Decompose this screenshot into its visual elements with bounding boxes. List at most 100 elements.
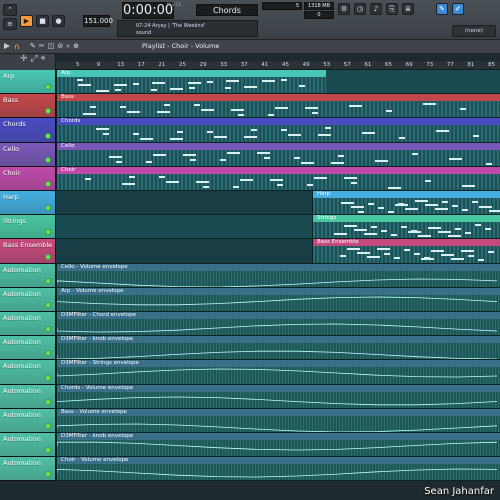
- playlist-icon[interactable]: ◷: [354, 3, 366, 15]
- browser-icon[interactable]: ⎘: [386, 3, 398, 15]
- playlist-clip[interactable]: Cello - Volume envelope: [56, 263, 500, 287]
- track-lane[interactable]: Bass Ensemble: [56, 239, 500, 264]
- clip-title: D3MFilter - knob envelope: [57, 336, 500, 344]
- track-mute-led[interactable]: [45, 277, 51, 284]
- track-lane[interactable]: Bass: [56, 94, 500, 119]
- track-mute-led[interactable]: [45, 326, 51, 333]
- track-name: Automation: [3, 386, 41, 395]
- note-mark: [83, 113, 96, 116]
- track-header[interactable]: Chords: [0, 118, 56, 143]
- track-mute-led[interactable]: [45, 84, 51, 91]
- track-header[interactable]: Automation: [0, 360, 56, 385]
- track-lane[interactable]: Chords - Volume envelope: [56, 384, 500, 409]
- track-header[interactable]: Harp: [0, 191, 56, 216]
- track-mute-led[interactable]: [45, 447, 51, 454]
- track-header[interactable]: Arp: [0, 70, 56, 95]
- track-mute-led[interactable]: [45, 108, 51, 115]
- tool-icons[interactable]: ✎✂◫⊘⌕⊕: [30, 42, 82, 51]
- track-mute-led[interactable]: [45, 205, 51, 212]
- playlist-clip[interactable]: Bass - Volume envelope: [56, 408, 500, 432]
- track-header[interactable]: Cello: [0, 142, 56, 167]
- track-lane[interactable]: Chords: [56, 118, 500, 143]
- record-mode-button[interactable]: ⌃: [3, 4, 17, 16]
- track-lane[interactable]: D3MFilter - knob envelope: [56, 336, 500, 361]
- track-header[interactable]: Automation: [0, 263, 56, 288]
- track-lane[interactable]: Cello: [56, 142, 500, 167]
- memory-display: 1318 MB: [304, 2, 334, 10]
- zoom-icon[interactable]: ✛ ⤢ ⌖: [20, 54, 46, 64]
- track-header[interactable]: Automation: [0, 433, 56, 458]
- playlist-clip[interactable]: Arp - Volume envelope: [56, 287, 500, 311]
- playlist-clip[interactable]: Cello: [56, 142, 500, 166]
- playlist-clip[interactable]: Strings: [312, 215, 500, 239]
- mixer-icon[interactable]: ⚙: [338, 3, 350, 15]
- playlist-clip[interactable]: Choir: [56, 166, 500, 190]
- track-lane[interactable]: Arp - Volume envelope: [56, 287, 500, 312]
- track-mute-led[interactable]: [45, 471, 51, 478]
- track-header[interactable]: Automation: [0, 287, 56, 312]
- track-lane[interactable]: D3MFilter - Strings envelope: [56, 360, 500, 385]
- playlist-clip[interactable]: D3MFilter - Strings envelope: [56, 360, 500, 384]
- note-mark: [268, 114, 274, 117]
- playlist-clip[interactable]: Choir - Volume envelope: [56, 457, 500, 481]
- playlist-clip[interactable]: Chords - Volume envelope: [56, 384, 500, 408]
- note-mark: [77, 79, 83, 81]
- note-mark: [344, 225, 357, 228]
- track-mute-led[interactable]: [45, 301, 51, 308]
- playlist-clip[interactable]: Chords: [56, 118, 500, 142]
- track-lane[interactable]: Choir - Volume envelope: [56, 457, 500, 482]
- track-mute-led[interactable]: [45, 156, 51, 163]
- track-lane[interactable]: Bass - Volume envelope: [56, 408, 500, 433]
- track-header[interactable]: Choir: [0, 166, 56, 191]
- track-header[interactable]: Automation: [0, 457, 56, 482]
- track-lane[interactable]: D3MFilter - knob envelope: [56, 433, 500, 458]
- track-mute-led[interactable]: [45, 180, 51, 187]
- note-mark: [129, 175, 135, 178]
- playlist-clip[interactable]: D3MFilter - knob envelope: [56, 433, 500, 457]
- track-header[interactable]: Automation: [0, 384, 56, 409]
- paint-tool-icon[interactable]: ✐: [452, 3, 464, 15]
- playlist-clip[interactable]: Bass Ensemble: [312, 239, 500, 263]
- track-lane[interactable]: Cello - Volume envelope: [56, 263, 500, 288]
- note-mark: [257, 151, 270, 154]
- draw-tool-icon[interactable]: ✎: [436, 3, 448, 15]
- piano-roll-icon[interactable]: ♪: [370, 3, 382, 15]
- track-lane[interactable]: Strings: [56, 215, 500, 240]
- track-header[interactable]: Automation: [0, 336, 56, 361]
- track-header[interactable]: Bass: [0, 94, 56, 119]
- timeline-ruler[interactable]: 5 9 13 17 21 25 29 33 37 41 45 49 53 57 61 65 69 73 77 81 85: [56, 61, 500, 70]
- magnet-icon[interactable]: ∩: [14, 42, 20, 51]
- track-mute-led[interactable]: [45, 132, 51, 139]
- track-mute-led[interactable]: [45, 422, 51, 429]
- pattern-selector[interactable]: Chords: [196, 4, 258, 16]
- stop-button[interactable]: ■: [36, 15, 49, 27]
- track-mute-led[interactable]: [45, 350, 51, 357]
- track-lane[interactable]: Harp: [56, 191, 500, 216]
- playlist-clip[interactable]: Bass: [56, 94, 500, 118]
- track-name: Automation: [3, 362, 41, 371]
- track-header[interactable]: Strings: [0, 215, 56, 240]
- playlist-clip[interactable]: D3MFilter - knob envelope: [56, 336, 500, 360]
- playlist-clip[interactable]: Arp: [56, 70, 326, 94]
- track-header[interactable]: Automation: [0, 312, 56, 337]
- play-button[interactable]: ▶: [20, 15, 33, 27]
- snap-selector[interactable]: (none): [452, 25, 496, 37]
- tempo-display[interactable]: 151.000: [83, 15, 113, 27]
- ruler-tick-label: 69: [405, 62, 413, 68]
- note-mark: [357, 252, 370, 255]
- track-mute-led[interactable]: [45, 398, 51, 405]
- track-lane[interactable]: Arp: [56, 70, 500, 95]
- track-header[interactable]: Bass Ensemble: [0, 239, 56, 264]
- playlist-clip[interactable]: D3MFilter - Chord envelope: [56, 312, 500, 336]
- record-button[interactable]: ●: [52, 15, 65, 27]
- channel-rack-icon[interactable]: ≣: [402, 3, 414, 15]
- track-mute-led[interactable]: [45, 374, 51, 381]
- track-lane[interactable]: D3MFilter - Chord envelope: [56, 312, 500, 337]
- playlist-menu-icon[interactable]: [4, 43, 10, 49]
- track-mute-led[interactable]: [45, 229, 51, 236]
- pattern-song-toggle[interactable]: ≡: [3, 18, 17, 30]
- track-header[interactable]: Automation: [0, 408, 56, 433]
- track-lane[interactable]: Choir: [56, 166, 500, 191]
- playlist-clip[interactable]: Harp: [312, 191, 500, 215]
- track-mute-led[interactable]: [45, 253, 51, 260]
